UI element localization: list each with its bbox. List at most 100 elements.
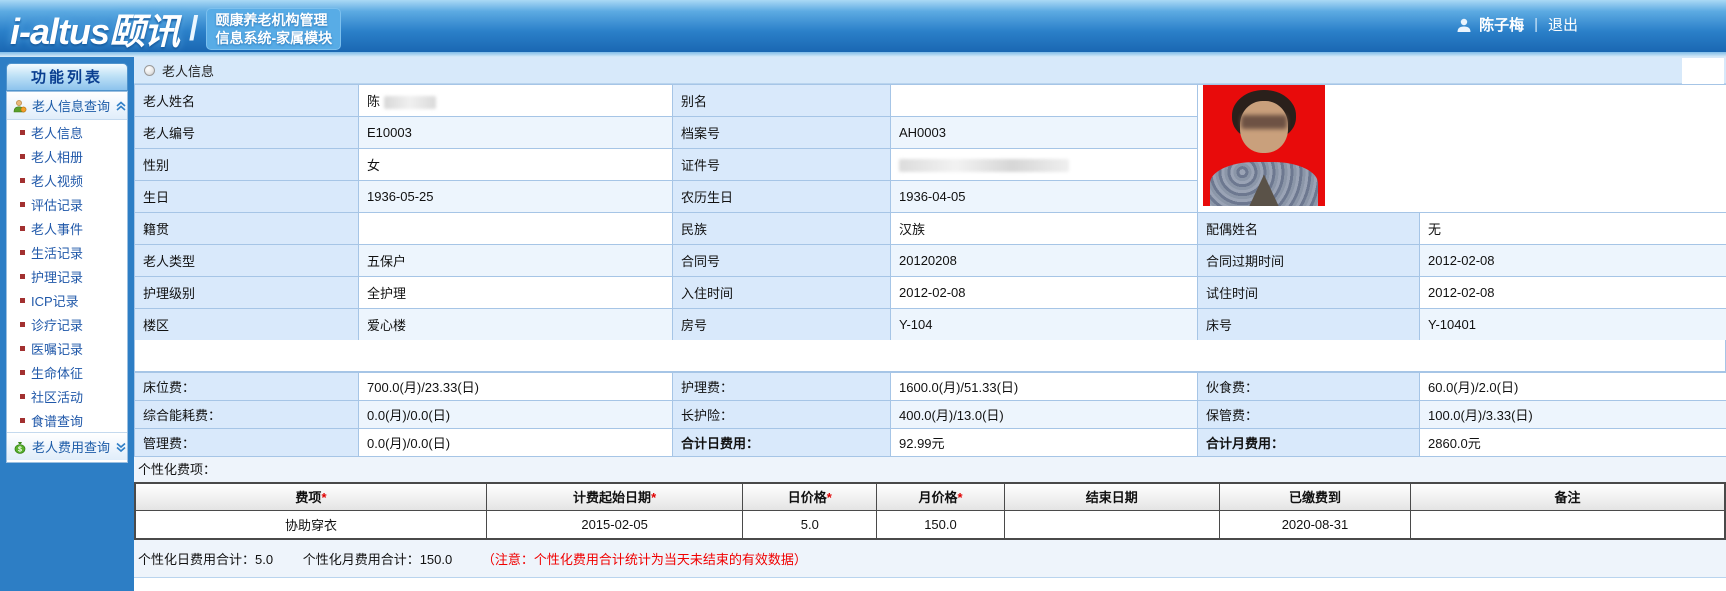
sidebar-item-medical-orders[interactable]: 医嘱记录 xyxy=(7,336,127,360)
fee-label-storage: 保管费： xyxy=(1198,401,1420,429)
redacted-value xyxy=(899,159,1069,172)
fee-value-nursing: 1600.0(月)/51.33(日) xyxy=(891,373,1198,401)
bullet-icon xyxy=(20,274,25,279)
photo-blur xyxy=(1241,115,1287,128)
field-label: 民族 xyxy=(673,213,891,245)
field-value-birthday: 1936-05-25 xyxy=(359,181,673,213)
bullet-icon xyxy=(20,130,25,135)
fee-value-storage: 100.0(月)/3.33(日) xyxy=(1420,401,1726,429)
cell-fee-item: 协助穿衣 xyxy=(135,510,486,539)
field-label: 老人编号 xyxy=(135,117,359,149)
page-title: 老人信息 xyxy=(162,61,214,80)
bullet-icon xyxy=(20,226,25,231)
cell-daily-price: 5.0 xyxy=(743,510,877,539)
required-asterisk: * xyxy=(651,490,656,505)
sidebar-item-elder-events[interactable]: 老人事件 xyxy=(7,216,127,240)
sidebar-section-label: 老人信息查询 xyxy=(32,96,110,115)
table-spacer xyxy=(134,340,1726,372)
chevron-up-icon[interactable] xyxy=(115,100,127,112)
sidebar-item-elder-album[interactable]: 老人相册 xyxy=(7,144,127,168)
sidebar-item-elder-video[interactable]: 老人视频 xyxy=(7,168,127,192)
redacted-value xyxy=(384,96,436,109)
summary-daily-total: 个性化日费用合计：5.0 xyxy=(138,552,273,567)
bullet-icon xyxy=(20,250,25,255)
fee-label-energy: 综合能耗费： xyxy=(135,401,359,429)
brand-area: i-altus颐讯 / 颐康养老机构管理 信息系统-家属模块 xyxy=(10,3,341,55)
field-value-building: 爱心楼 xyxy=(359,309,673,341)
table-row: 籍贯 民族 汉族 配偶姓名 无 xyxy=(135,213,1726,245)
table-row: 床位费： 700.0(月)/23.33(日) 护理费： 1600.0(月)/51… xyxy=(135,373,1726,401)
bullet-icon xyxy=(20,346,25,351)
fee-value-monthly-total: 2860.0元 xyxy=(1420,429,1726,457)
sidebar-item-assessment-records[interactable]: 评估记录 xyxy=(7,192,127,216)
col-header-monthly-price: 月价格* xyxy=(877,483,1004,510)
field-value-elder-name: 陈 xyxy=(359,85,673,117)
app-subtitle: 颐康养老机构管理 信息系统-家属模块 xyxy=(206,8,341,50)
sidebar-item-community-activities[interactable]: 社区活动 xyxy=(7,384,127,408)
fee-label-bed: 床位费： xyxy=(135,373,359,401)
content-bottom-strip xyxy=(134,577,1726,591)
logout-link[interactable]: 退出 xyxy=(1548,14,1578,35)
bullet-icon xyxy=(20,154,25,159)
summary-monthly-total: 个性化月费用合计：150.0 xyxy=(303,552,453,567)
sidebar-item-life-records[interactable]: 生活记录 xyxy=(7,240,127,264)
table-row: 综合能耗费： 0.0(月)/0.0(日) 长护险： 400.0(月)/13.0(… xyxy=(135,401,1726,429)
user-name-link[interactable]: 陈子梅 xyxy=(1479,14,1524,35)
sidebar-section-label: 老人费用查询 xyxy=(32,437,110,456)
chevron-down-icon[interactable] xyxy=(115,441,127,453)
sidebar-section-elder-fee-query[interactable]: $ 老人费用查询 xyxy=(7,432,127,460)
user-area: 陈子梅 | 退出 xyxy=(1456,14,1578,35)
field-label: 入住时间 xyxy=(673,277,891,309)
fee-label-insurance: 长护险： xyxy=(673,401,891,429)
elder-info-table: 老人姓名 陈 别名 老人编号 E10003 档案号 xyxy=(134,84,1726,341)
field-label: 老人姓名 xyxy=(135,85,359,117)
field-value-lunar-birthday: 1936-04-05 xyxy=(891,181,1198,213)
elder-photo-cell xyxy=(1198,85,1726,213)
field-label: 生日 xyxy=(135,181,359,213)
table-header-row: 费项* 计费起始日期* 日价格* 月价格* 结束日期 已缴费到 备注 xyxy=(135,483,1725,510)
field-label: 护理级别 xyxy=(135,277,359,309)
col-header-end-date: 结束日期 xyxy=(1004,483,1219,510)
sidebar-item-vital-signs[interactable]: 生命体征 xyxy=(7,360,127,384)
sidebar-item-icp-records[interactable]: ICP记录 xyxy=(7,288,127,312)
field-label: 老人类型 xyxy=(135,245,359,277)
sidebar-item-nursing-records[interactable]: 护理记录 xyxy=(7,264,127,288)
table-row: 老人类型 五保户 合同号 20120208 合同过期时间 2012-02-08 xyxy=(135,245,1726,277)
sidebar-section-elder-info-query[interactable]: 老人信息查询 xyxy=(7,92,127,120)
fee-label-daily-total: 合计日费用： xyxy=(673,429,891,457)
sidebar-item-diagnosis-records[interactable]: 诊疗记录 xyxy=(7,312,127,336)
field-value-gender: 女 xyxy=(359,149,673,181)
table-row: 协助穿衣 2015-02-05 5.0 150.0 2020-08-31 xyxy=(135,510,1725,539)
bullet-icon xyxy=(20,298,25,303)
section-header: 老人信息 xyxy=(134,57,1726,84)
fee-value-insurance: 400.0(月)/13.0(日) xyxy=(891,401,1198,429)
required-asterisk: * xyxy=(827,490,832,505)
main-content: 老人信息 老人姓名 陈 别名 xyxy=(134,57,1726,577)
svg-text:$: $ xyxy=(18,446,22,453)
fee-label-management: 管理费： xyxy=(135,429,359,457)
bullet-icon xyxy=(20,322,25,327)
col-header-paid-until: 已缴费到 xyxy=(1219,483,1410,510)
app-subtitle-line2: 信息系统-家属模块 xyxy=(215,29,332,47)
cell-monthly-price: 150.0 xyxy=(877,510,1004,539)
field-value-spouse-name: 无 xyxy=(1420,213,1726,245)
cell-start-date: 2015-02-05 xyxy=(486,510,742,539)
field-label: 床号 xyxy=(1198,309,1420,341)
money-bag-icon: $ xyxy=(13,440,27,454)
sidebar-item-elder-info[interactable]: 老人信息 xyxy=(7,120,127,144)
radio-icon xyxy=(144,65,155,76)
field-value-contract-no: 20120208 xyxy=(891,245,1198,277)
field-label: 合同号 xyxy=(673,245,891,277)
fee-table: 床位费： 700.0(月)/23.33(日) 护理费： 1600.0(月)/51… xyxy=(134,372,1726,457)
field-value-trial-time: 2012-02-08 xyxy=(1420,277,1726,309)
corner-box xyxy=(1682,58,1724,87)
bullet-icon xyxy=(20,370,25,375)
fee-value-daily-total: 92.99元 xyxy=(891,429,1198,457)
sidebar-item-recipe-query[interactable]: 食谱查询 xyxy=(7,408,127,432)
field-label: 别名 xyxy=(673,85,891,117)
logo: i-altus颐讯 xyxy=(10,3,179,55)
app-subtitle-line1: 颐康养老机构管理 xyxy=(215,11,332,29)
fee-value-meal: 60.0(月)/2.0(日) xyxy=(1420,373,1726,401)
field-value-native-place xyxy=(359,213,673,245)
fee-value-management: 0.0(月)/0.0(日) xyxy=(359,429,673,457)
